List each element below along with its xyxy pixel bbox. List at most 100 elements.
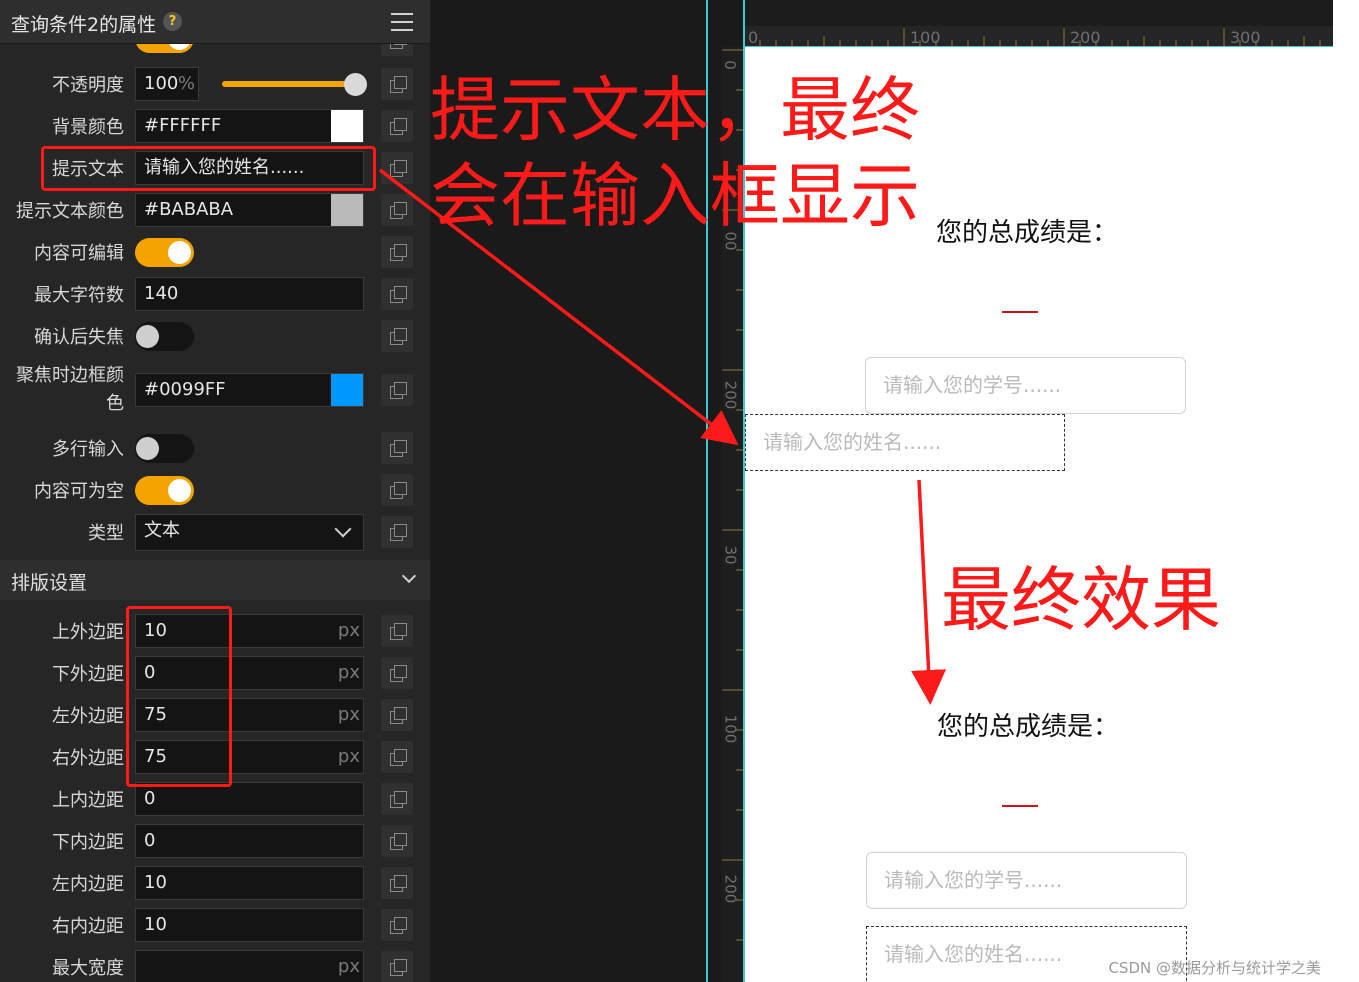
padding-right-label: 右内边距: [52, 916, 124, 937]
score-label: 您的总成绩是：: [936, 218, 1119, 248]
copy-icon[interactable]: [381, 194, 413, 226]
opacity-unit: %: [177, 73, 195, 94]
blur-on-confirm-toggle[interactable]: [135, 322, 194, 351]
padding-bottom-input[interactable]: 0: [135, 824, 364, 858]
copy-icon[interactable]: [381, 699, 413, 731]
padding-bottom-label: 下内边距: [52, 832, 124, 853]
copy-icon[interactable]: [381, 825, 413, 857]
copy-icon[interactable]: [381, 236, 413, 268]
type-select[interactable]: 文本: [135, 514, 364, 551]
copy-icon[interactable]: [381, 374, 413, 406]
row-blur-on-confirm: 确认后失焦: [0, 315, 430, 357]
padding-top-input[interactable]: 0: [135, 782, 364, 816]
blur-on-confirm-label: 确认后失焦: [34, 327, 124, 348]
layout-section-title: 排版设置: [11, 572, 88, 594]
score-label-final: 您的总成绩是：: [937, 712, 1120, 742]
copy-icon[interactable]: [381, 951, 413, 982]
row-max-chars: 最大字符数 140: [0, 273, 430, 315]
margin-right-label: 右外边距: [52, 748, 124, 769]
score-value-line-final: [1002, 805, 1038, 807]
row-placeholder-color: 提示文本颜色 #BABABA: [0, 189, 430, 231]
copy-icon[interactable]: [381, 615, 413, 647]
focus-border-color-label: 聚焦时边框颜色: [16, 365, 124, 414]
highlight-placeholder-row: [41, 146, 376, 191]
allow-empty-toggle[interactable]: [135, 476, 194, 505]
opacity-input[interactable]: 100 %: [135, 67, 199, 101]
annotation-final-effect: 最终效果: [941, 559, 1221, 641]
row-padding-left: 左内边距 10: [0, 862, 430, 904]
layout-section-header[interactable]: 排版设置: [0, 560, 430, 600]
multiline-label: 多行输入: [52, 439, 124, 460]
copy-icon[interactable]: [381, 278, 413, 310]
row-type: 类型 文本: [0, 511, 430, 553]
panel-title: 查询条件2的属性: [11, 14, 157, 36]
ruler-left-tick-30: 30: [721, 545, 740, 565]
multiline-toggle[interactable]: [135, 434, 194, 463]
row-focus-border-color: 聚焦时边框颜色 #0099FF: [0, 362, 430, 418]
ruler-top: 0 100 200 300: [744, 0, 1333, 47]
max-chars-label: 最大字符数: [34, 285, 124, 306]
row-padding-right: 右内边距 10: [0, 904, 430, 946]
help-icon[interactable]: ?: [163, 12, 182, 31]
copy-icon[interactable]: [381, 110, 413, 142]
editable-toggle[interactable]: [135, 238, 194, 267]
focus-border-color-input[interactable]: #0099FF: [135, 373, 364, 407]
ruler-top-tick-0: 0: [748, 28, 759, 47]
max-chars-input[interactable]: 140: [135, 277, 364, 311]
ruler-top-tick-300: 300: [1230, 28, 1261, 47]
row-max-width: 最大宽度 px: [0, 946, 430, 982]
padding-left-input[interactable]: 10: [135, 866, 364, 900]
placeholder-color-swatch[interactable]: [331, 194, 363, 226]
copy-icon[interactable]: [381, 152, 413, 184]
editable-label: 内容可编辑: [34, 243, 124, 264]
highlight-margin-values: [126, 606, 232, 787]
padding-left-label: 左内边距: [52, 874, 124, 895]
margin-bottom-label: 下外边距: [52, 664, 124, 685]
name-input-selected[interactable]: 请输入您的姓名......: [745, 414, 1065, 471]
annotation-hint-line1: 提示文本，最终: [430, 69, 920, 151]
copy-icon[interactable]: [381, 474, 413, 506]
watermark: CSDN @数据分析与统计学之美: [1108, 959, 1321, 977]
copy-icon[interactable]: [381, 783, 413, 815]
margin-left-label: 左外边距: [52, 706, 124, 727]
copy-icon[interactable]: [381, 741, 413, 773]
padding-top-label: 上内边距: [52, 790, 124, 811]
padding-right-input[interactable]: 10: [135, 908, 364, 942]
copy-icon[interactable]: [381, 657, 413, 689]
chevron-down-icon: [401, 568, 417, 584]
opacity-slider-handle[interactable]: [344, 73, 367, 96]
ruler-top-tick-200: 200: [1070, 28, 1101, 47]
copy-icon[interactable]: [381, 320, 413, 352]
placeholder-color-label: 提示文本颜色: [16, 201, 124, 222]
student-id-input[interactable]: 请输入您的学号......: [865, 357, 1186, 414]
background-color-input[interactable]: #FFFFFF: [135, 109, 364, 143]
ruler-left-tick-200b: 200: [721, 874, 740, 904]
score-value-line: [1002, 311, 1038, 313]
row-allow-empty: 内容可为空: [0, 469, 430, 511]
copy-icon[interactable]: [381, 867, 413, 899]
allow-empty-label: 内容可为空: [34, 481, 124, 502]
row-opacity: 不透明度 100 %: [0, 63, 430, 105]
background-color-swatch[interactable]: [331, 110, 363, 142]
hamburger-menu-icon[interactable]: [391, 13, 413, 31]
copy-icon[interactable]: [381, 516, 413, 548]
ruler-top-tick-100: 100: [910, 28, 941, 47]
annotation-hint-line2: 会在输入框显示: [430, 155, 920, 237]
focus-border-color-swatch[interactable]: [331, 374, 363, 406]
student-id-input-final[interactable]: 请输入您的学号......: [866, 852, 1187, 909]
max-width-label: 最大宽度: [52, 958, 124, 979]
copy-icon[interactable]: [381, 909, 413, 941]
opacity-label: 不透明度: [52, 75, 124, 96]
margin-top-label: 上外边距: [52, 622, 124, 643]
opacity-slider-track[interactable]: [222, 81, 357, 87]
copy-icon[interactable]: [381, 432, 413, 464]
ruler-left-tick-200: 200: [721, 380, 740, 410]
copy-icon[interactable]: [381, 68, 413, 100]
panel-header: 查询条件2的属性 ?: [0, 0, 430, 44]
placeholder-color-input[interactable]: #BABABA: [135, 193, 364, 227]
row-multiline: 多行输入: [0, 427, 430, 469]
row-background-color: 背景颜色 #FFFFFF: [0, 105, 430, 147]
max-width-input[interactable]: px: [135, 950, 364, 982]
row-editable: 内容可编辑: [0, 231, 430, 273]
row-padding-bottom: 下内边距 0: [0, 820, 430, 862]
